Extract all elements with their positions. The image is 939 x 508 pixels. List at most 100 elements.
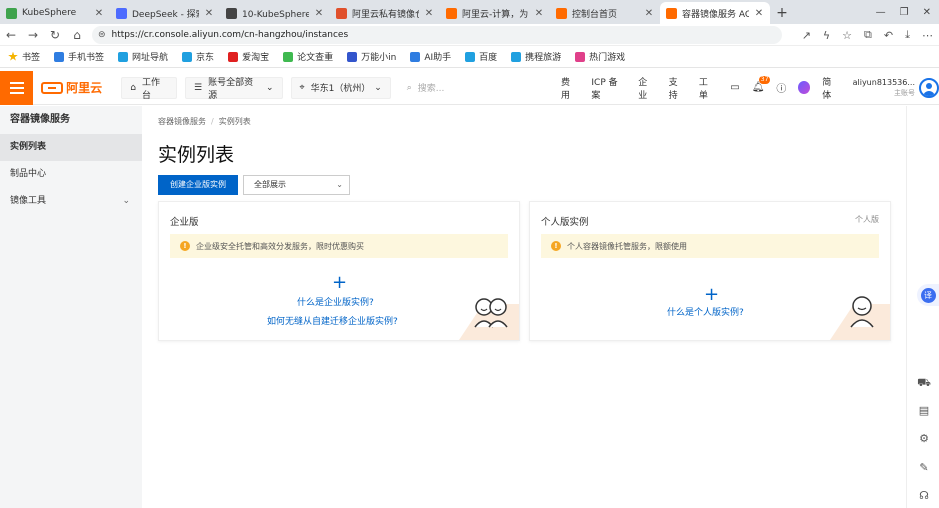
tab-close-icon[interactable]: ✕ <box>534 8 544 19</box>
extensions-icon[interactable]: ⧉ <box>864 28 872 42</box>
notice-text: 企业级安全托管和高效分发服务，限时优惠购买 <box>196 241 364 251</box>
topbar-link[interactable]: 企业 <box>638 75 655 101</box>
hamburger-menu-button[interactable] <box>0 70 34 105</box>
browser-tab[interactable]: 10-KubeSphere平 ✕ <box>220 2 330 24</box>
star-icon <box>8 51 18 61</box>
share-icon[interactable]: ↗ <box>802 29 811 42</box>
tab-title: 10-KubeSphere平 <box>242 9 309 20</box>
bookmark-item[interactable]: 百度 <box>465 50 497 63</box>
topbar-icons: ▭ 🔔︎ 37 ⓘ 简体 <box>730 75 838 101</box>
tab-favicon-icon <box>446 7 457 19</box>
bookmark-item[interactable]: 京东 <box>182 50 214 63</box>
new-tab-button[interactable]: + <box>770 2 794 24</box>
bookmark-label: 手机书签 <box>68 53 105 63</box>
notice-text: 个人容器镜像托管服务，限额使用 <box>567 241 687 251</box>
close-window-icon[interactable]: ✕ <box>923 7 931 18</box>
chevron-down-icon: ⌄ <box>336 180 343 189</box>
bookmark-favicon-icon <box>511 51 522 62</box>
resource-scope-select[interactable]: ☰ 账号全部资源 ⌄ <box>184 76 283 101</box>
reload-icon[interactable]: ↻ <box>44 28 66 42</box>
restore-icon[interactable]: ❐ <box>900 7 909 18</box>
help-icon[interactable]: ⓘ <box>776 80 786 95</box>
bookmarks-bar: 书签 手机书签 网址导航 京东 爱淘宝 论文查重 万能小in AI助手 百度 携程旅游 热门游戏 <box>0 46 939 68</box>
forward-icon[interactable]: → <box>22 28 44 42</box>
breadcrumb-item[interactable]: 容器镜像服务 <box>158 117 206 126</box>
translate-button[interactable]: 译 <box>917 284 939 306</box>
chevron-down-icon: ⌄ <box>122 196 130 206</box>
bookmark-label: 百度 <box>479 53 498 63</box>
browser-tab[interactable]: DeepSeek - 探索未 ✕ <box>110 2 220 24</box>
sidebar-item-image-tools[interactable]: 镜像工具 ⌄ <box>0 188 142 215</box>
personal-card: 个人版实例 个人版 ! 个人容器镜像托管服务，限额使用 + 什么是个人版实例? <box>529 201 891 341</box>
topbar-link[interactable]: 工单 <box>699 75 716 101</box>
tab-close-icon[interactable]: ✕ <box>424 8 434 19</box>
browser-tab[interactable]: 容器镜像服务 ACR ✕ <box>660 2 770 24</box>
edit-icon[interactable]: ✎ <box>917 461 931 475</box>
region-select[interactable]: ⌖ 华东1（杭州） ⌄ <box>290 76 391 99</box>
sidebar-item-artifacts[interactable]: 制品中心 <box>0 161 142 188</box>
bookmark-favicon-icon <box>182 51 193 62</box>
tab-close-icon[interactable]: ✕ <box>94 8 104 19</box>
search-input[interactable]: ⌕ 搜索... <box>401 77 547 99</box>
topbar-link[interactable]: ICP 备案 <box>591 75 625 101</box>
bookmark-item[interactable]: 手机书签 <box>54 50 104 63</box>
location-icon: ⌖ <box>299 82 305 93</box>
back-icon[interactable]: ← <box>0 28 22 42</box>
headset-icon[interactable]: ☊ <box>917 489 931 503</box>
sidebar-item-instances[interactable]: 实例列表 <box>0 134 142 161</box>
what-is-personal-link[interactable]: 什么是个人版实例? <box>667 305 744 318</box>
minimize-icon[interactable]: — <box>876 7 886 18</box>
home-icon: ⌂ <box>130 82 136 93</box>
tab-title: KubeSphere <box>22 8 77 18</box>
bookmark-label: 热门游戏 <box>589 53 626 63</box>
workbench-button[interactable]: ⌂ 工作台 <box>121 76 177 101</box>
tab-close-icon[interactable]: ✕ <box>754 8 764 19</box>
tab-close-icon[interactable]: ✕ <box>314 8 324 19</box>
bookmark-item[interactable]: 携程旅游 <box>511 50 561 63</box>
bolt-icon[interactable]: ϟ <box>823 29 830 42</box>
browser-tab[interactable]: 阿里云私有镜像仓 ✕ <box>330 2 440 24</box>
url-input[interactable]: ⊜ https://cr.console.aliyun.com/cn-hangz… <box>92 25 782 44</box>
bookmark-item[interactable]: 书签 <box>8 50 40 63</box>
filter-select[interactable]: 全部展示 ⌄ <box>243 175 350 195</box>
bookmark-item[interactable]: 网址导航 <box>118 50 168 63</box>
migrate-enterprise-link[interactable]: 如何无缝从自建迁移企业版实例? <box>267 314 398 327</box>
bookmark-item[interactable]: 论文查重 <box>283 50 333 63</box>
cart-icon[interactable]: ⛟ <box>917 376 931 390</box>
browser-tab[interactable]: KubeSphere ✕ <box>0 2 110 24</box>
history-icon[interactable]: ↶ <box>884 29 893 42</box>
star-icon[interactable]: ☆ <box>842 29 852 42</box>
add-icon[interactable]: + <box>332 274 347 292</box>
bell-icon[interactable]: 🔔︎ 37 <box>752 76 771 93</box>
language-switch[interactable]: 简体 <box>822 75 838 101</box>
aliyun-logo[interactable]: 阿里云 <box>41 79 113 96</box>
browser-tab[interactable]: 阿里云-计算，为了 ✕ <box>440 2 550 24</box>
ai-assistant-icon[interactable] <box>798 81 811 94</box>
message-icon[interactable]: ▭ <box>730 82 739 93</box>
home-icon[interactable]: ⌂ <box>66 28 88 42</box>
browser-tab[interactable]: 控制台首页 ✕ <box>550 2 660 24</box>
search-placeholder: 搜索... <box>417 84 445 94</box>
document-icon[interactable]: ▤ <box>917 404 931 418</box>
tab-favicon-icon <box>6 7 17 19</box>
tab-close-icon[interactable]: ✕ <box>204 8 214 19</box>
topbar-link[interactable]: 支持 <box>669 75 686 101</box>
bookmark-item[interactable]: AI助手 <box>410 50 451 63</box>
bookmark-favicon-icon <box>410 51 421 62</box>
what-is-enterprise-link[interactable]: 什么是企业版实例? <box>297 295 374 308</box>
bookmark-item[interactable]: 万能小in <box>347 50 396 63</box>
avatar[interactable] <box>918 77 939 98</box>
menu-icon[interactable]: ⋯ <box>922 29 933 42</box>
bookmark-item[interactable]: 爱淘宝 <box>228 50 269 63</box>
tab-title: 容器镜像服务 ACR <box>682 9 749 20</box>
add-icon[interactable]: + <box>704 286 719 304</box>
topbar-link[interactable]: 费用 <box>561 75 578 101</box>
download-icon[interactable]: ⤓ <box>905 28 910 42</box>
bookmark-item[interactable]: 热门游戏 <box>575 50 625 63</box>
bookmark-label: 网址导航 <box>132 53 169 63</box>
tab-close-icon[interactable]: ✕ <box>644 8 654 19</box>
site-info-icon[interactable]: ⊜ <box>98 30 106 40</box>
create-enterprise-instance-button[interactable]: 创建企业版实例 <box>158 175 238 195</box>
user-menu[interactable]: aliyun813536... 主账号 <box>853 77 939 98</box>
settings-icon[interactable]: ⚙ <box>917 432 931 446</box>
